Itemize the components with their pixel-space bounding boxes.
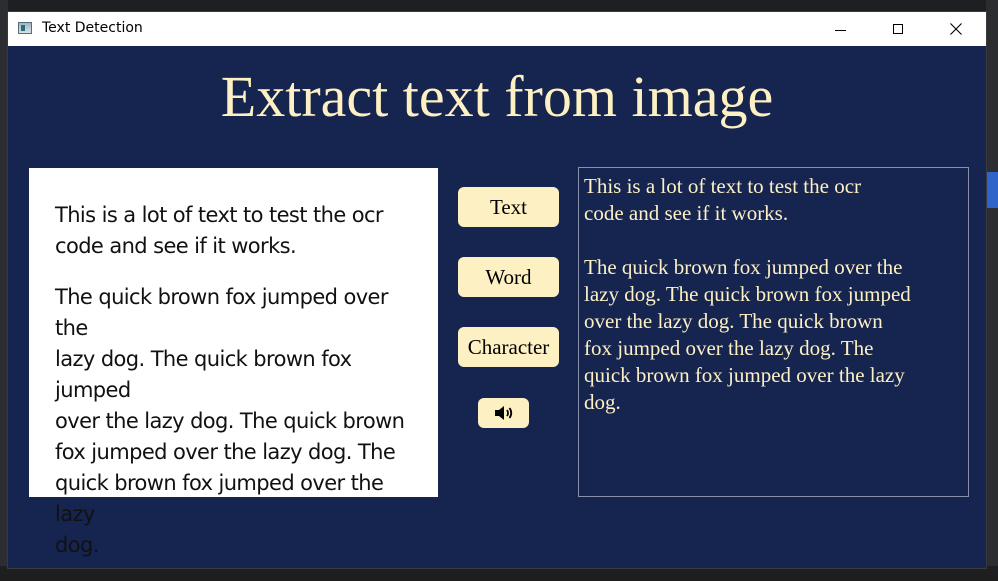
speak-button[interactable]: [478, 398, 529, 428]
maximize-icon: [893, 24, 903, 34]
image-text-content: This is a lot of text to test the ocr co…: [55, 200, 425, 581]
page-title: Extract text from image: [220, 64, 774, 129]
background-editor-left: [0, 0, 8, 574]
output-text: This is a lot of text to test the ocr co…: [584, 174, 911, 414]
word-button[interactable]: Word: [458, 257, 559, 297]
maximize-button[interactable]: [869, 12, 927, 46]
title-bar[interactable]: Text Detection: [8, 12, 986, 46]
background-editor-right: [986, 0, 998, 574]
text-button[interactable]: Text: [458, 187, 559, 227]
background-highlight: [986, 172, 998, 208]
character-button[interactable]: Character: [458, 327, 559, 367]
app-window: Text Detection Extract text from image T…: [8, 12, 986, 568]
image-paragraph-1: This is a lot of text to test the ocr co…: [55, 203, 384, 258]
background-editor-strip: [0, 0, 998, 12]
output-textbox[interactable]: This is a lot of text to test the ocr co…: [578, 167, 969, 497]
app-icon: [18, 22, 32, 34]
minimize-button[interactable]: [811, 12, 869, 46]
image-paragraph-2: The quick brown fox jumped over the lazy…: [55, 285, 405, 557]
speaker-icon: [494, 406, 512, 420]
image-preview: This is a lot of text to test the ocr co…: [29, 168, 438, 557]
window-title: Text Detection: [42, 20, 143, 36]
close-button[interactable]: [927, 12, 985, 46]
minimize-icon: [834, 29, 846, 31]
close-icon: [950, 23, 962, 35]
